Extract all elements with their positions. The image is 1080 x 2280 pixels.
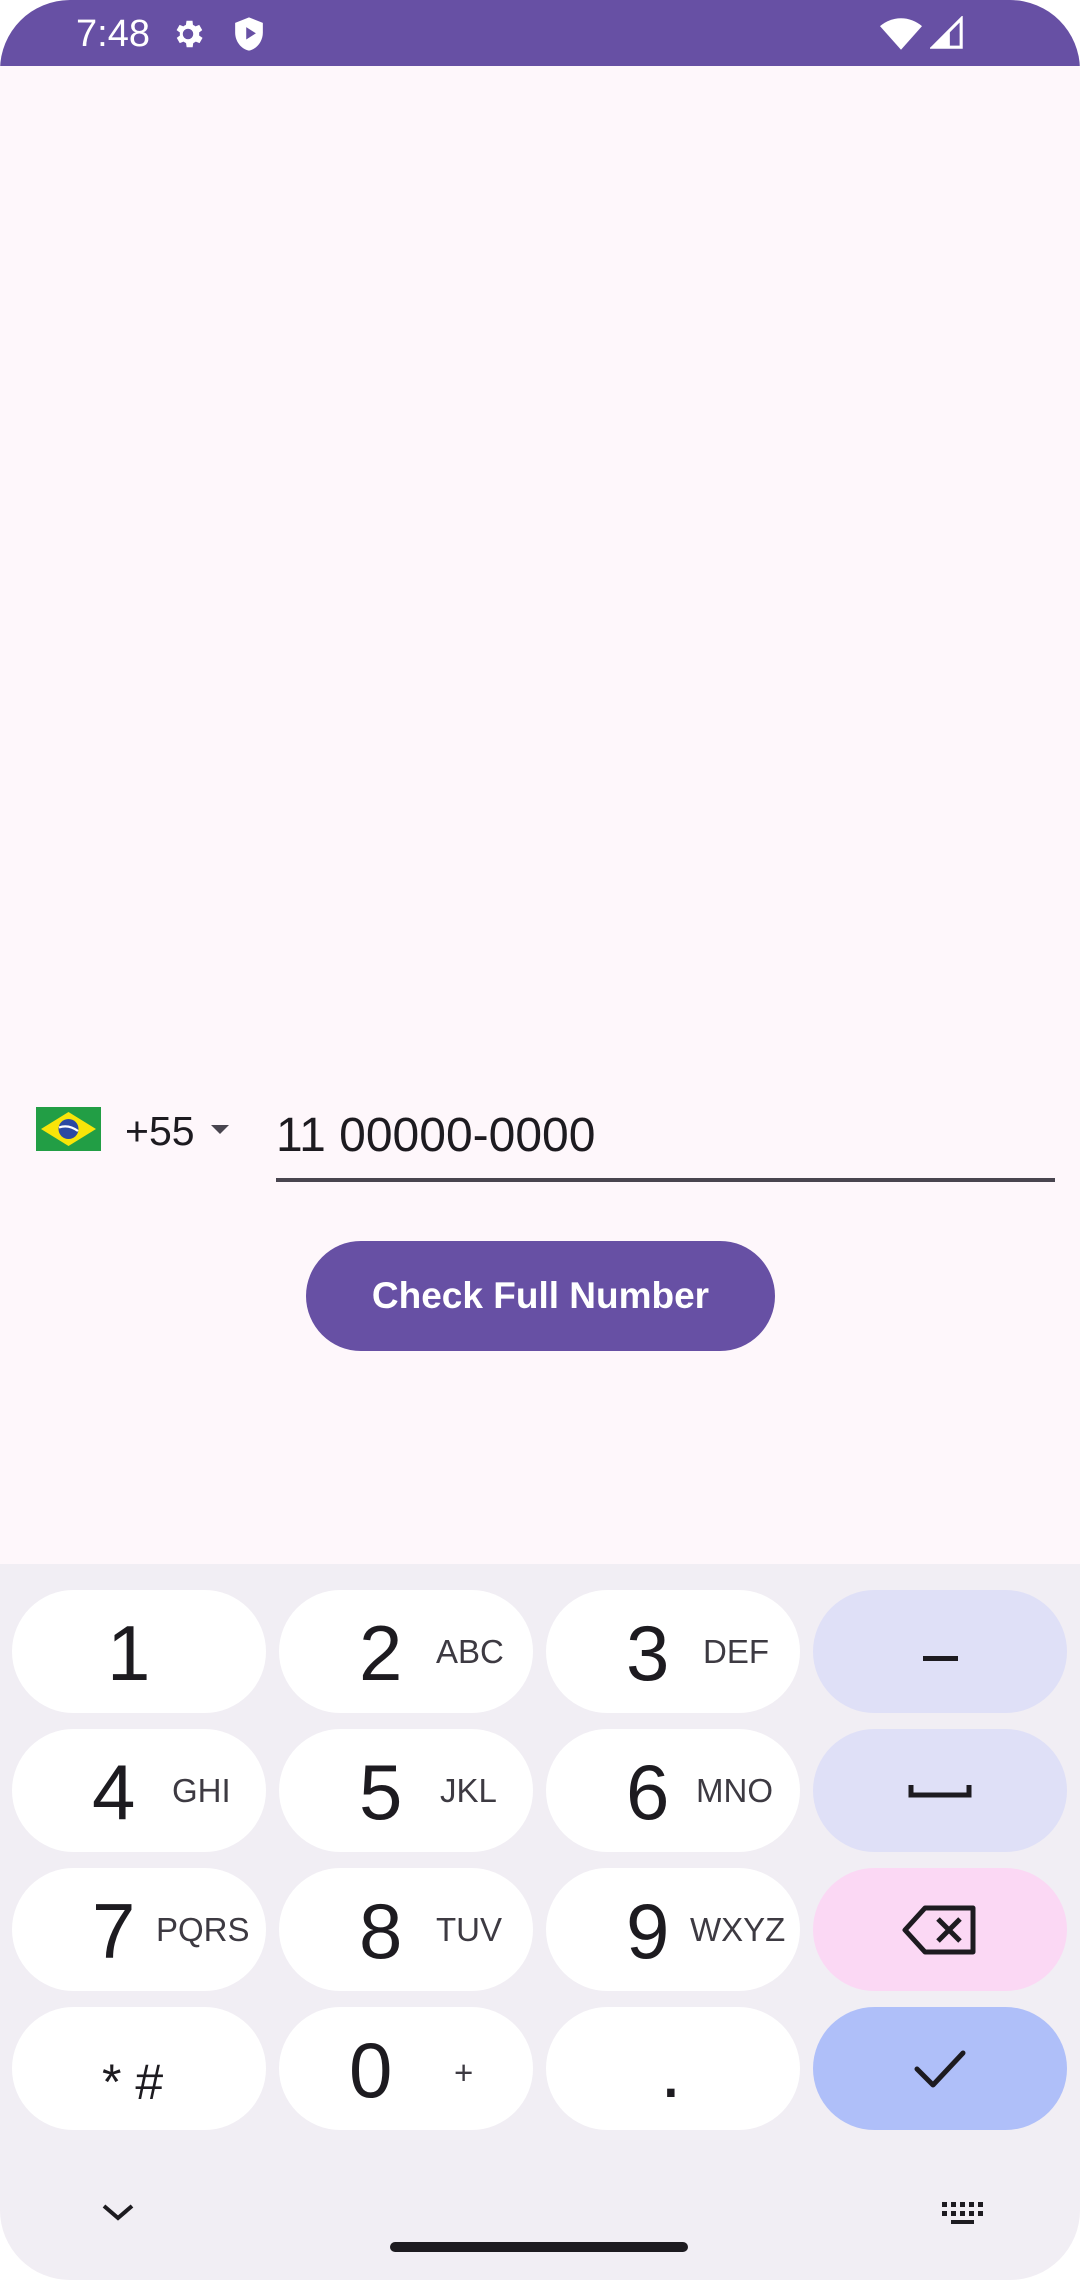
done-key[interactable] <box>813 2007 1067 2130</box>
minus-icon <box>923 1656 958 1661</box>
key-5[interactable]: 5 JKL <box>279 1729 533 1852</box>
status-time: 7:48 <box>76 13 150 55</box>
key-digit: 0 <box>349 2026 393 2114</box>
key-2[interactable]: 2 ABC <box>279 1590 533 1713</box>
keyboard-switch-icon[interactable] <box>940 2198 986 2233</box>
key-letters: + <box>454 2054 474 2091</box>
key-digit: 3 <box>626 1609 670 1697</box>
key-digit: 7 <box>92 1887 136 1975</box>
wifi-icon <box>880 18 922 50</box>
key-3[interactable]: 3 DEF <box>546 1590 800 1713</box>
key-1[interactable]: 1 <box>12 1590 266 1713</box>
key-digit: 2 <box>359 1609 403 1697</box>
key-letters: MNO <box>696 1772 773 1809</box>
key-star-hash[interactable]: * # <box>12 2007 266 2130</box>
key-digit: 6 <box>626 1748 670 1836</box>
key-letters: ABC <box>436 1633 504 1670</box>
phone-number-input[interactable] <box>276 1098 1055 1182</box>
key-letters: WXYZ <box>690 1911 786 1948</box>
backspace-key[interactable] <box>813 1868 1067 1991</box>
backspace-icon <box>902 1905 976 1955</box>
key-digit: * # <box>102 2054 164 2110</box>
space-bar-icon <box>908 1785 972 1798</box>
key-digit: 8 <box>359 1887 403 1975</box>
key-letters: GHI <box>172 1772 231 1809</box>
country-code[interactable]: +55 <box>125 1107 195 1155</box>
chevron-down-icon[interactable] <box>211 1125 229 1134</box>
minus-key[interactable] <box>813 1590 1067 1713</box>
app-screen: 7:48 +55 Check Full Number 1 2 <box>0 0 1080 2280</box>
gear-icon <box>170 16 206 52</box>
check-full-number-button[interactable]: Check Full Number <box>306 1241 775 1351</box>
key-7[interactable]: 7 PQRS <box>12 1868 266 1991</box>
key-4[interactable]: 4 GHI <box>12 1729 266 1852</box>
key-digit: . <box>660 2026 682 2114</box>
key-letters: PQRS <box>156 1911 250 1948</box>
numeric-keyboard: 1 2 ABC 3 DEF 4 GHI 5 JKL 6 MNO 7 PQRS 8… <box>0 1564 1080 2280</box>
hide-keyboard-chevron-icon[interactable] <box>100 2200 136 2229</box>
key-6[interactable]: 6 MNO <box>546 1729 800 1852</box>
space-key[interactable] <box>813 1729 1067 1852</box>
key-0[interactable]: 0 + <box>279 2007 533 2130</box>
key-8[interactable]: 8 TUV <box>279 1868 533 1991</box>
signal-icon <box>930 16 964 50</box>
key-period[interactable]: . <box>546 2007 800 2130</box>
checkmark-icon <box>914 2050 966 2088</box>
key-letters: TUV <box>436 1911 502 1948</box>
brazil-flag-icon[interactable] <box>36 1107 101 1151</box>
key-letters: DEF <box>703 1633 769 1670</box>
key-9[interactable]: 9 WXYZ <box>546 1868 800 1991</box>
status-bar: 7:48 <box>0 0 1080 66</box>
key-digit: 1 <box>107 1609 151 1697</box>
key-digit: 5 <box>359 1748 403 1836</box>
key-letters: JKL <box>440 1772 497 1809</box>
key-digit: 9 <box>626 1887 670 1975</box>
key-digit: 4 <box>92 1748 136 1836</box>
home-indicator[interactable] <box>390 2242 688 2252</box>
shield-play-icon <box>232 16 266 52</box>
